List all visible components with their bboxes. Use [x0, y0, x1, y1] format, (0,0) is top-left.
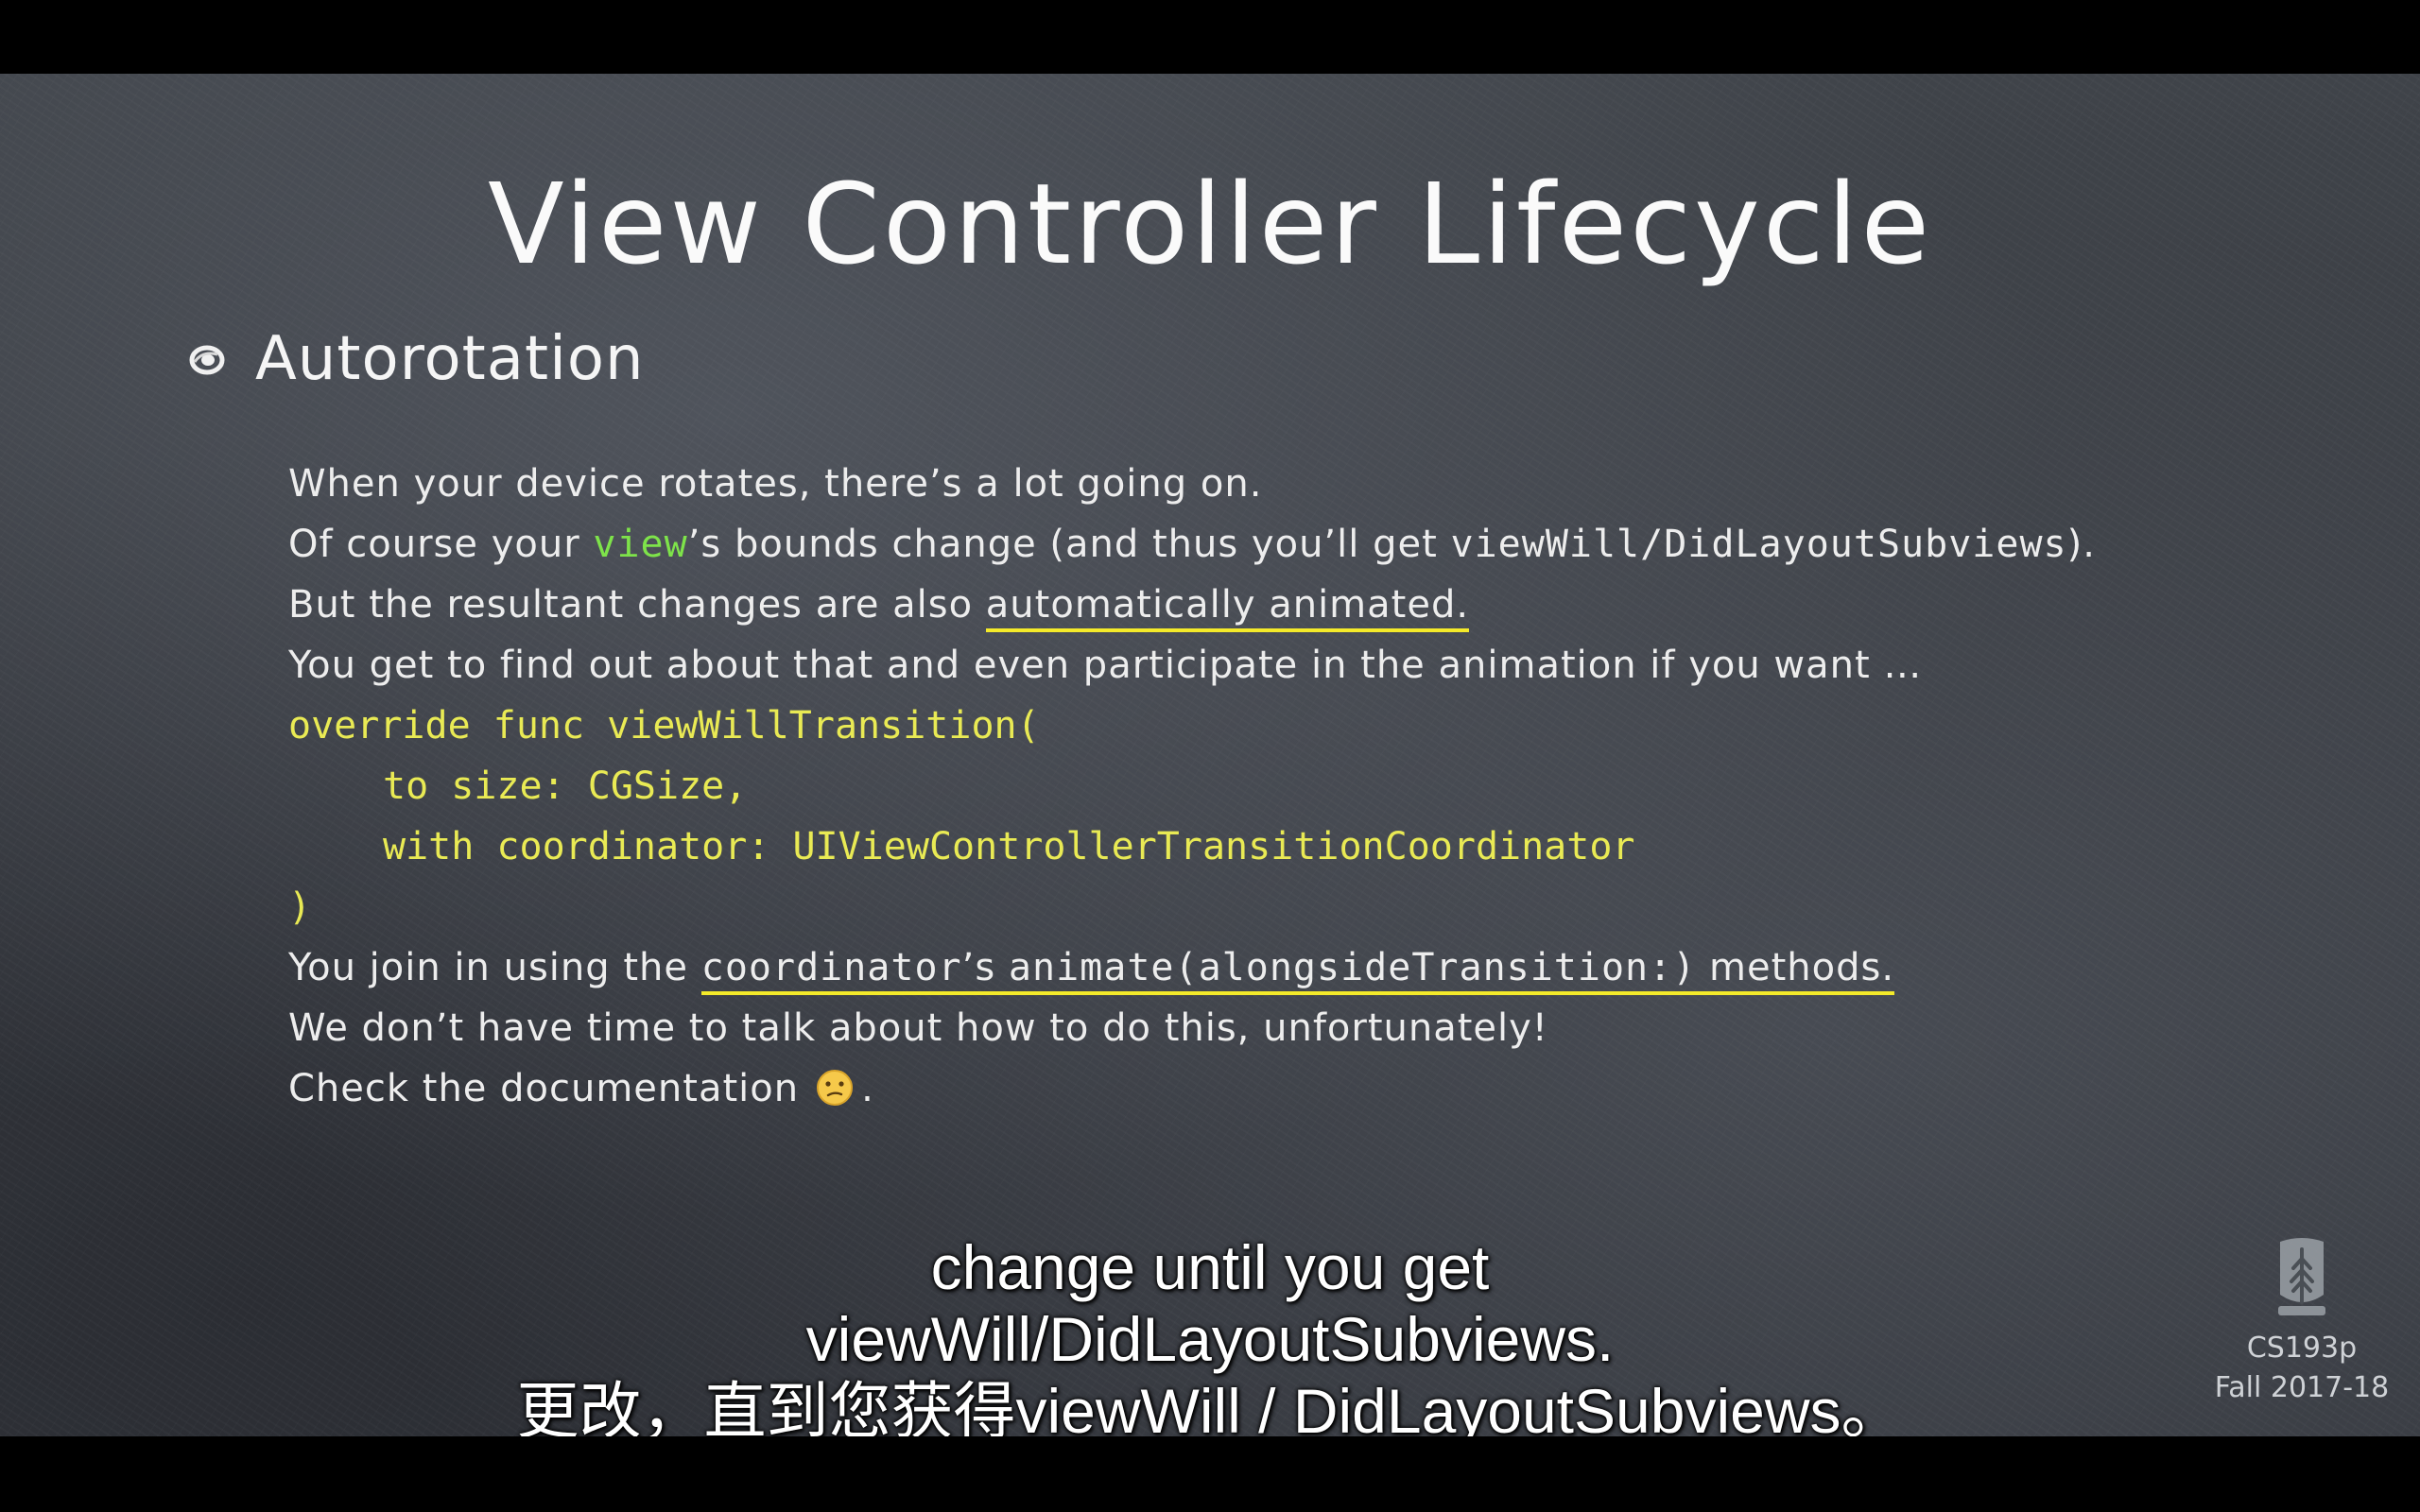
text-fragment: Of course your — [288, 523, 594, 566]
slide-title: View Controller Lifecycle — [487, 159, 1933, 289]
code-line-4: ) — [288, 885, 312, 929]
letterbox-top — [0, 0, 2420, 74]
subtitle-en-line-1: change until you get — [930, 1232, 1490, 1302]
subtitle-overlay: change until you get viewWill/DidLayoutS… — [0, 1231, 2420, 1436]
code-line-1: override func viewWillTransition( — [288, 704, 1040, 747]
text-line-2: Of course your view’s bounds change (and… — [288, 518, 2096, 571]
text-line-1: When your device rotates, there’s a lot … — [288, 462, 1263, 506]
code-line-3: with coordinator: UIViewControllerTransi… — [383, 825, 1635, 868]
underlined-coordinator-methods: coordinator’s animate(alongsideTransitio… — [700, 946, 1895, 995]
text-line-6: We don’t have time to talk about how to … — [288, 1006, 1548, 1050]
subtitle-cn-line: 更改，直到您获得viewWill / DidLayoutSubviews。 — [516, 1376, 1904, 1436]
text-line-5: You join in using the coordinator’s anim… — [288, 941, 1895, 995]
underlined-automatically-animated: automatically animated. — [985, 583, 1470, 632]
code-coordinator: coordinator — [700, 946, 962, 989]
code-line-2: to size: CGSize, — [383, 765, 748, 808]
letterbox-bottom — [0, 1436, 2420, 1512]
text-fragment: You join in using the — [288, 946, 701, 989]
subtitle-en-line-2: viewWill/DidLayoutSubviews. — [805, 1304, 1615, 1374]
text-fragment: Check the documentation — [288, 1067, 800, 1110]
code-animate-alongside: animate(alongsideTransition:) — [1008, 946, 1697, 989]
text-fragment: methods. — [1696, 946, 1895, 989]
text-fragment: But the resultant changes are also — [288, 583, 986, 627]
bullet-swirl-icon — [189, 341, 225, 377]
text-line-4: You get to find out about that and even … — [288, 644, 1923, 687]
text-fragment: ’s bounds change (and thus you’ll get — [687, 523, 1451, 566]
code-view: view — [593, 523, 688, 566]
confused-face-icon — [816, 1068, 854, 1106]
text-fragment: . — [861, 1067, 874, 1110]
text-fragment: ). — [2066, 523, 2096, 566]
bullet-heading: Autorotation — [255, 324, 645, 394]
text-line-7: Check the documentation . — [288, 1062, 874, 1115]
text-line-3: But the resultant changes are also autom… — [288, 578, 1470, 632]
slide: View Controller Lifecycle Autorotation W… — [0, 74, 2420, 1436]
bullet-autorotation: Autorotation — [189, 321, 645, 397]
text-fragment: ’s — [961, 946, 1009, 989]
code-layout-subviews: viewWill/DidLayoutSubviews — [1450, 523, 2067, 566]
